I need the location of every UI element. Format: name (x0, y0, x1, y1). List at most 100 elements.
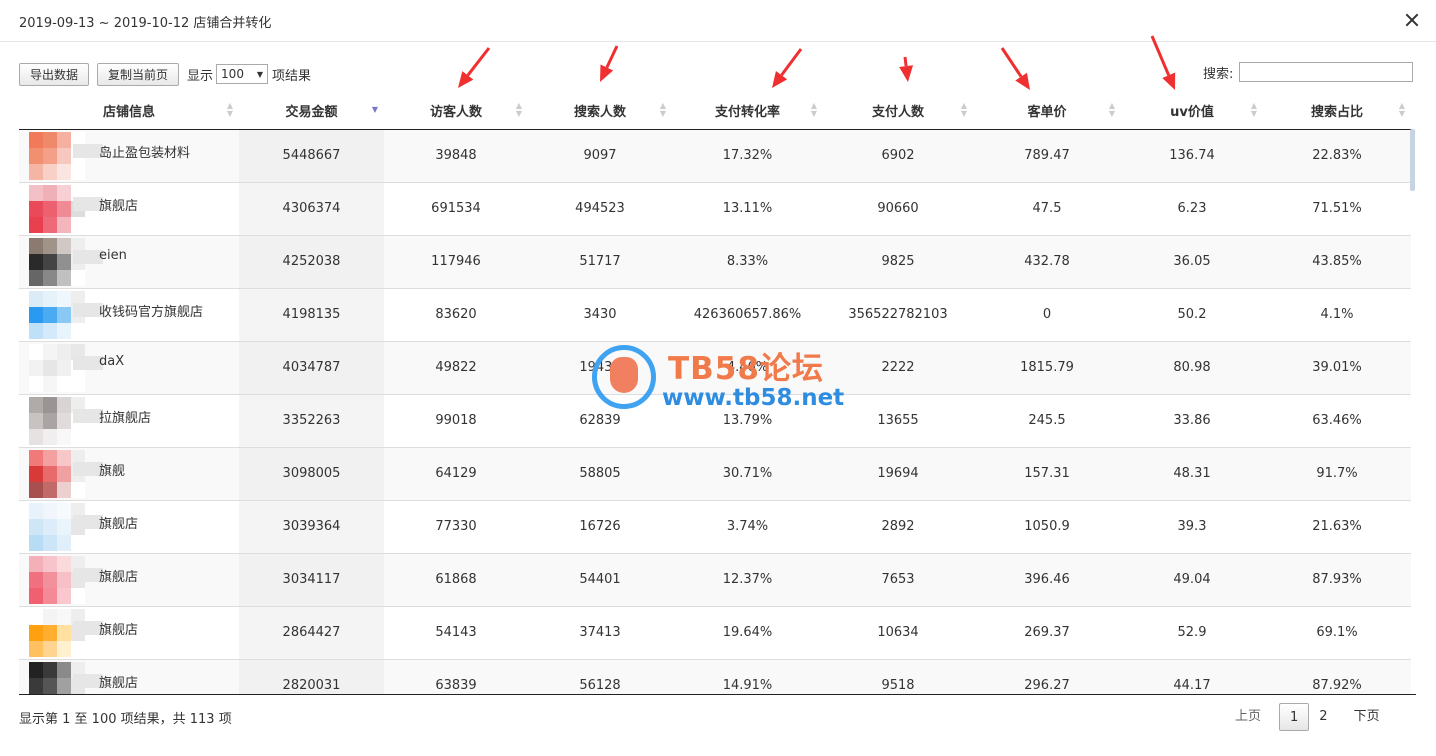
pagination: 上页 1 2 下页 (1225, 703, 1390, 731)
column-header-payers[interactable]: 支付人数 ▲ ▼ (823, 92, 973, 130)
avatar-pixel (43, 184, 57, 201)
cell-payers: 90660 (823, 182, 973, 236)
table-row[interactable]: 旗舰店 3039364 77330 16726 3.74% 2892 1050.9 39.3 2… (19, 500, 1411, 554)
cell-visitors: 77330 (384, 500, 528, 554)
avatar-pixel (29, 237, 43, 254)
table-row[interactable]: 旗舰店 2820031 63839 56128 14.91% 9518 296.27 44.1… (19, 659, 1411, 695)
table-row[interactable]: 旗舰店 2864427 54143 37413 19.64% 10634 269.37 52.… (19, 606, 1411, 660)
avatar-pixel (57, 184, 71, 201)
cell-visitors: 49822 (384, 341, 528, 395)
avatar-pixel (29, 481, 43, 498)
table-row[interactable]: 旗舰 3098005 64129 58805 30.71% 19694 157.31 48.3… (19, 447, 1411, 501)
cell-search: 494523 (528, 182, 672, 236)
column-header-search_ratio[interactable]: 搜索占比 ▲ ▼ (1263, 92, 1411, 130)
cell-visitors: 83620 (384, 288, 528, 342)
table-row[interactable]: 收钱码官方旗舰店 4198135 83620 3430 426360657.86% 356… (19, 288, 1411, 342)
cell-visitors: 64129 (384, 447, 528, 501)
cell-payers: 10634 (823, 606, 973, 660)
column-header-shop[interactable]: 店铺信息 ▲ ▼ (19, 92, 239, 130)
avatar-pixel (29, 534, 43, 551)
cell-visitors: 63839 (384, 659, 528, 695)
avatar-pixel (43, 147, 57, 164)
cell-cvr: 426360657.86% (672, 288, 823, 342)
avatar-pixel (29, 147, 43, 164)
avatar-pixel (29, 412, 43, 429)
avatar-pixel (57, 290, 71, 307)
avatar-pixel (43, 449, 57, 466)
avatar-pixel (29, 449, 43, 466)
cell-amount: 4252038 (239, 235, 384, 289)
table-header-row: 店铺信息 ▲ ▼ 交易金额 ▼ 访客人数 ▲ ▼ 搜索人数 ▲ ▼ 支付转化率 ▲ ▼ 支付人数 ▲ ▼ 客单价 ▲… (19, 92, 1411, 130)
column-header-visitors[interactable]: 访客人数 ▲ ▼ (384, 92, 528, 130)
avatar-pixel (57, 534, 71, 551)
avatar-pixel (57, 481, 71, 498)
cell-amount: 3034117 (239, 553, 384, 607)
shop-info-cell: 旗舰店 (19, 606, 239, 660)
close-icon[interactable] (1402, 10, 1422, 30)
avatar-pixel (57, 253, 71, 270)
cell-cvr: 14.91% (672, 659, 823, 695)
cell-payers: 356522782103 (823, 288, 973, 342)
cell-uv: 36.05 (1121, 235, 1263, 289)
column-header-amount[interactable]: 交易金额 ▼ (239, 92, 384, 130)
cell-amount: 2864427 (239, 606, 384, 660)
avatar-pixel (57, 237, 71, 254)
avatar-pixel (29, 587, 43, 604)
cell-search_ratio: 69.1% (1263, 606, 1411, 660)
column-label: uv价值 (1170, 104, 1214, 120)
avatar-pixel (43, 237, 57, 254)
column-header-cvr[interactable]: 支付转化率 ▲ ▼ (672, 92, 823, 130)
search-input[interactable] (1239, 62, 1414, 82)
export-data-button[interactable]: 导出数据 (19, 62, 90, 86)
page-size-select[interactable]: 100 ▼ (216, 64, 269, 84)
cell-search_ratio: 71.51% (1263, 182, 1411, 236)
cell-uv: 80.98 (1121, 341, 1263, 395)
avatar-pixel (71, 322, 85, 339)
table-row[interactable]: 岛止盈包装材料 5448667 39848 9097 17.32% 6902 789.47 1… (19, 129, 1411, 183)
cell-aov: 1815.79 (973, 341, 1121, 395)
cell-search_ratio: 87.92% (1263, 659, 1411, 695)
sort-both-icon: ▲ ▼ (226, 101, 233, 118)
avatar-pixel (29, 640, 43, 657)
avatar-pixel (29, 343, 43, 360)
column-header-search[interactable]: 搜索人数 ▲ ▼ (528, 92, 672, 130)
arrow-head-icon (1162, 72, 1176, 90)
shop-name: 旗舰店 (99, 622, 139, 638)
avatar-pixel (29, 677, 43, 694)
avatar-pixel (71, 587, 85, 604)
page-button-2[interactable]: 2 (1309, 703, 1337, 731)
shop-name: 旗舰店 (99, 198, 139, 214)
column-label: 支付转化率 (714, 104, 780, 120)
avatar-pixel (29, 290, 43, 307)
avatar-pixel (43, 428, 57, 445)
avatar-pixel (29, 269, 43, 286)
table-row[interactable]: 旗舰店 3034117 61868 54401 12.37% 7653 396.46 49.0… (19, 553, 1411, 607)
avatar-pixel (57, 608, 71, 625)
avatar-pixel (57, 465, 71, 482)
cell-search: 9097 (528, 129, 672, 183)
avatar-pixel (57, 677, 71, 694)
avatar-pixel (43, 534, 57, 551)
arrow-icon (903, 56, 908, 67)
cell-payers: 7653 (823, 553, 973, 607)
cell-payers: 9518 (823, 659, 973, 695)
prev-page-button[interactable]: 上页 (1225, 703, 1271, 731)
column-header-uv[interactable]: uv价值 ▲ ▼ (1121, 92, 1263, 130)
avatar-pixel (43, 290, 57, 307)
avatar-pixel (29, 396, 43, 413)
table-row[interactable]: eien 4252038 117946 51717 8.33% 9825 432.78 36.… (19, 235, 1411, 289)
avatar-pixel (57, 322, 71, 339)
next-page-button[interactable]: 下页 (1344, 703, 1390, 731)
avatar-pixel (29, 184, 43, 201)
column-header-aov[interactable]: 客单价 ▲ ▼ (973, 92, 1121, 130)
copy-page-button[interactable]: 复制当前页 (97, 62, 180, 86)
sort-both-icon: ▲ ▼ (659, 101, 666, 118)
page-button-1[interactable]: 1 (1279, 703, 1310, 731)
table-scrollbar[interactable] (1410, 129, 1415, 191)
shop-info-cell: 旗舰店 (19, 659, 239, 695)
avatar-pixel (57, 306, 71, 323)
column-label: 客单价 (1027, 104, 1067, 120)
cell-visitors: 691534 (384, 182, 528, 236)
avatar-pixel (43, 359, 57, 376)
table-row[interactable]: 旗舰店 4306374 691534 494523 13.11% 90660 47.5 6.2… (19, 182, 1411, 236)
